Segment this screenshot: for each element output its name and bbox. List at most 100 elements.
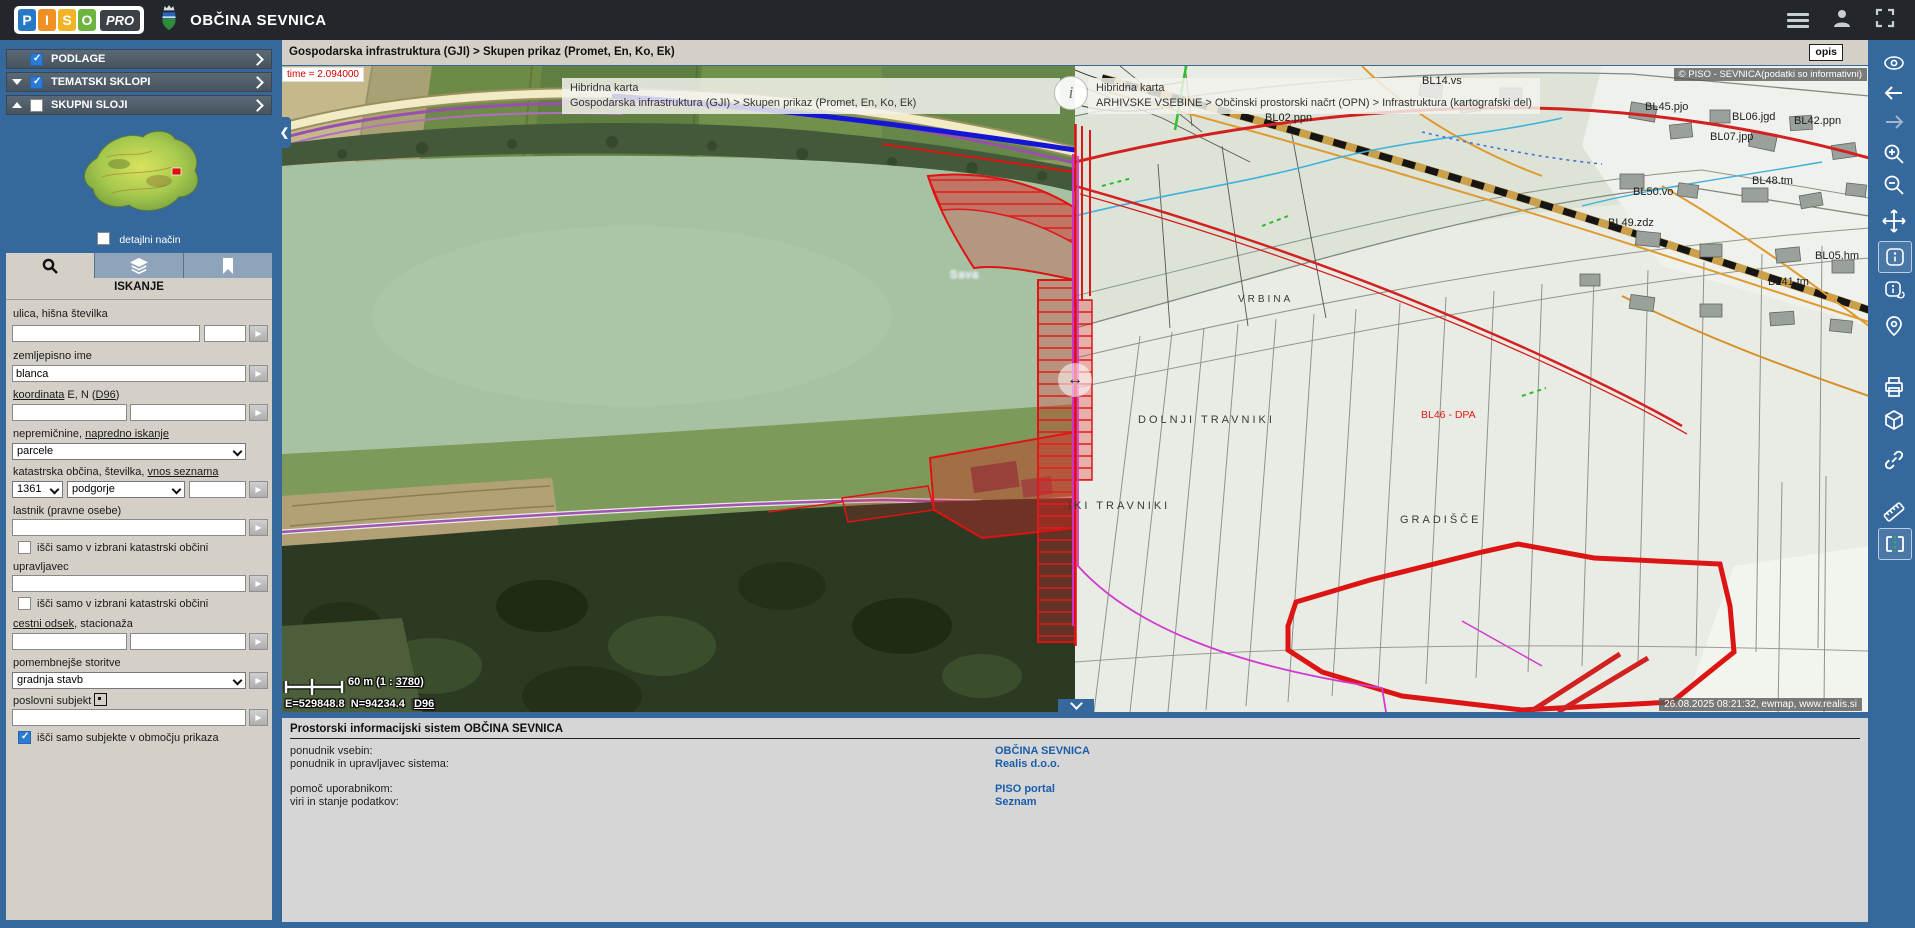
swipe-handle[interactable]: ↔ [1058,363,1092,397]
info-group-tool-button[interactable] [1878,275,1910,305]
footer-row-link[interactable]: OBČINA SEVNICA [995,745,1090,757]
collapse-bottom-panel-button[interactable] [1058,699,1094,712]
scale-text: 60 m (1 : 3780) [348,676,424,688]
list-entry-link[interactable]: vnos seznama [148,466,219,478]
skupni-checkbox[interactable] [30,99,43,112]
datum-badge[interactable]: D96 [411,698,437,710]
realestate-select[interactable]: parcele [12,443,246,460]
zoom-in-button[interactable] [1878,139,1910,169]
forward-button[interactable] [1878,107,1910,137]
manager-input[interactable] [12,575,246,592]
coordinate-link[interactable]: koordinata [13,389,64,401]
manager-search-button[interactable]: ▶ [249,575,268,592]
cadastral-label: katastrska občina, številka, vnos seznam… [13,466,218,478]
cube-3d-button[interactable] [1878,405,1910,435]
piso-logo[interactable]: P I S O PRO [14,6,144,34]
map-canvas[interactable]: time = 2.094000 © PISO - SEVNICA(podatki… [282,66,1868,712]
pan-button[interactable] [1878,206,1910,236]
time-label: time = 2.094000 [282,67,364,82]
sidebar-item-tematski-sklopi[interactable]: TEMATSKI SKLOPI [6,72,272,92]
back-button[interactable] [1878,78,1910,108]
triangle-down-icon[interactable] [12,79,22,85]
share-link-button[interactable] [1878,445,1910,475]
tab-layers[interactable] [95,253,184,278]
plan-label: BL49.zdz [1608,217,1654,229]
swipe-compare-button[interactable] [1878,528,1912,560]
print-button[interactable] [1878,372,1910,402]
services-search-button[interactable]: ▶ [249,672,268,689]
podlage-checkbox[interactable] [30,53,43,66]
parcel-number-input[interactable] [189,481,246,498]
fullscreen-icon[interactable] [1875,8,1895,33]
street-input[interactable] [12,325,200,342]
manager-cadastral-only-checkbox[interactable] [18,597,31,610]
footer-row-link[interactable]: Realis d.o.o. [995,758,1060,770]
footer-row-label: ponudnik vsebin: [290,745,373,757]
sidebar-item-podlage[interactable]: PODLAGE [6,49,272,69]
overview-map[interactable] [67,126,207,227]
owner-search-button[interactable]: ▶ [249,519,268,536]
business-label: poslovni subjekt [13,693,107,707]
collapse-sidebar-button[interactable]: ❮ [278,117,291,148]
advanced-search-link[interactable]: napredno iskanje [85,428,169,440]
road-section-input[interactable] [12,633,127,650]
owner-label: lastnik (pravne osebe) [13,505,121,517]
timestamp-label: 26.08.2025 08:21:32, ewmap, www.realis.s… [1659,698,1862,711]
datum-link[interactable]: D96 [96,389,116,401]
zoom-out-button[interactable] [1878,170,1910,200]
plan-label: BL05.hm [1815,250,1859,262]
layer-tooltip-right: Hibridna karta ARHIVSKE VSEBINE > Občins… [1088,78,1540,114]
realestate-label: nepremičnine, napredno iskanje [13,428,169,440]
house-number-input[interactable] [204,325,246,342]
street-search-button[interactable]: ▶ [249,325,268,342]
area-label: GRADIŠČE [1400,514,1481,526]
business-input[interactable] [12,709,246,726]
map-layer-breadcrumb: Gospodarska infrastruktura (GJI) > Skupe… [282,40,1868,65]
menu-icon[interactable] [1787,10,1809,31]
user-icon[interactable] [1831,7,1853,34]
business-search-button[interactable]: ▶ [249,709,268,726]
sidebar-item-skupni-sloji[interactable]: SKUPNI SLOJI [6,95,272,115]
geoname-input[interactable] [12,365,246,382]
coordinate-n-input[interactable] [130,404,246,421]
chevron-down-icon [1070,697,1083,710]
search-panel: ISKANJE ulica, hišna številka ▶ zemljepi… [6,253,272,920]
plan-label: BL45.pjo [1645,101,1688,113]
detail-mode-checkbox[interactable] [97,232,110,245]
chainage-input[interactable] [130,633,246,650]
measure-ruler-button[interactable] [1878,497,1910,527]
coordinate-e-input[interactable] [12,404,127,421]
view-mode-button[interactable] [1878,48,1910,78]
footer-row-label: viri in stanje podatkov: [290,796,399,808]
coordinate-label: koordinata E, N (D96) [13,389,119,401]
cadastral-search-button[interactable]: ▶ [249,481,268,498]
triangle-up-icon[interactable] [12,102,22,108]
business-entity-icon[interactable] [94,693,107,706]
tab-bookmarks[interactable] [184,253,272,278]
copyright-label: © PISO - SEVNICA(podatki so informativni… [1674,68,1867,81]
info-bubble-icon[interactable]: i [1054,76,1088,110]
road-search-button[interactable]: ▶ [249,633,268,650]
chevron-right-icon [251,76,264,89]
cadastral-code-select[interactable]: 1361 [12,481,63,498]
footer-row-link[interactable]: PISO portal [995,783,1055,795]
cadastral-name-select[interactable]: podgorje [67,481,185,498]
location-pin-button[interactable] [1878,311,1910,341]
owner-input[interactable] [12,519,246,536]
business-area-only-checkbox[interactable] [18,731,31,744]
coordinate-search-button[interactable]: ▶ [249,404,268,421]
scale-ratio-link[interactable]: 3780 [396,676,420,688]
tab-search[interactable] [6,253,95,278]
services-select[interactable]: gradnja stavb [12,672,246,689]
logo-letter: P [18,9,36,31]
checkbox-label: išči samo v izbrani katastrski občini [37,598,208,610]
owner-cadastral-only-checkbox[interactable] [18,541,31,554]
info-tool-button[interactable] [1878,241,1912,273]
logo-letter: S [58,9,76,31]
plan-label: BL42.ppn [1794,115,1841,127]
tematski-checkbox[interactable] [30,76,43,89]
opis-button[interactable]: opis [1809,44,1843,61]
geoname-search-button[interactable]: ▶ [249,365,268,382]
road-section-link[interactable]: cestni odsek [13,618,74,630]
footer-row-link[interactable]: Seznam [995,796,1037,808]
